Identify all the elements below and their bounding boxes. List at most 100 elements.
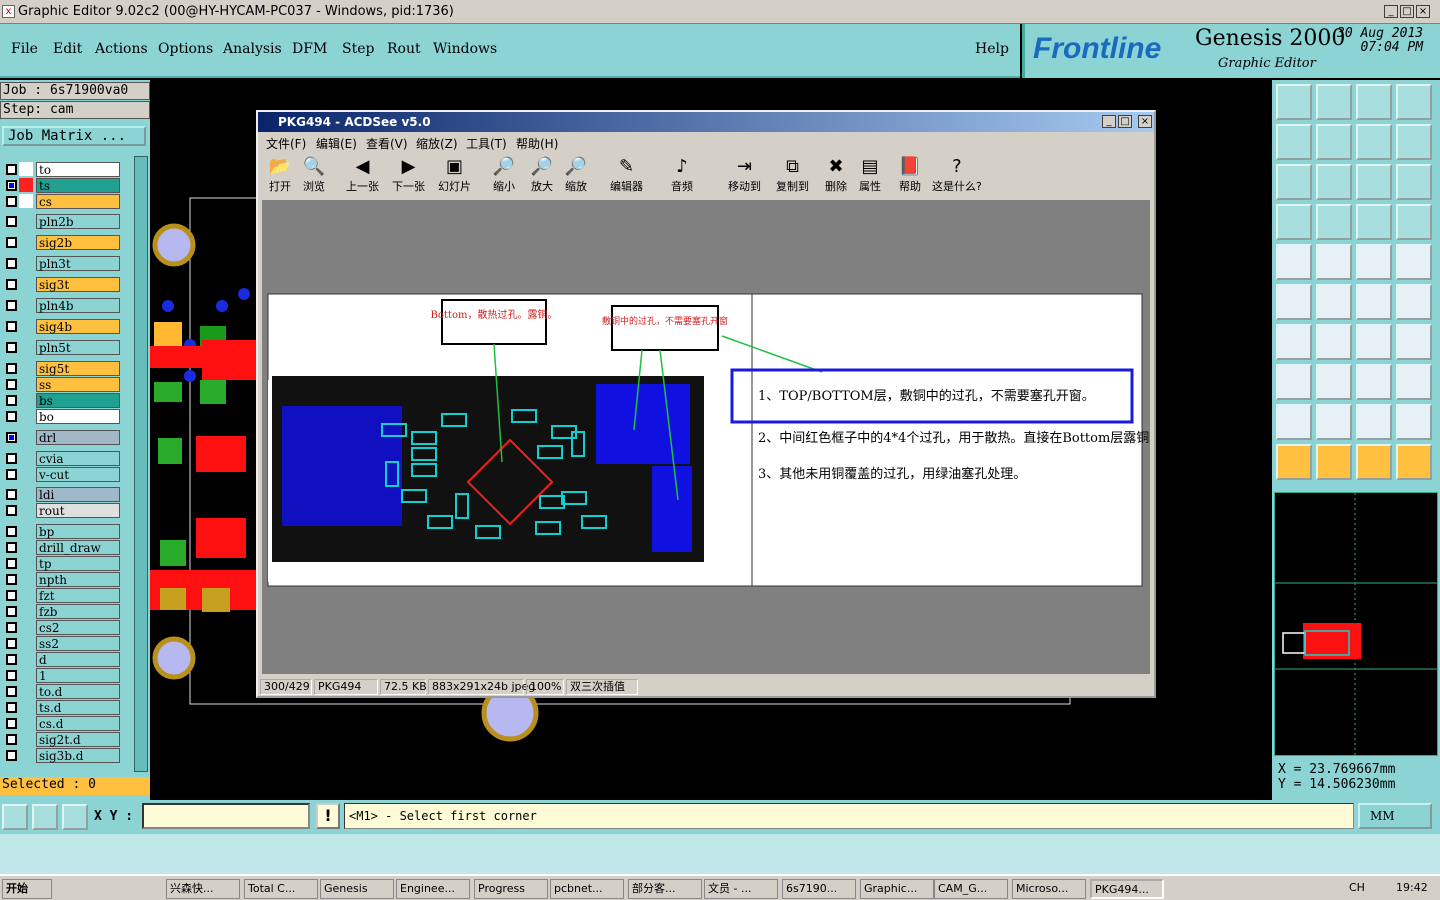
layer-checkbox[interactable]: [6, 379, 17, 390]
layer-checkbox[interactable]: [6, 180, 17, 191]
layer-row[interactable]: 1: [2, 668, 120, 683]
tool-button-icon[interactable]: [1316, 444, 1352, 480]
menu-actions[interactable]: Actions: [95, 41, 148, 57]
layer-checkbox[interactable]: [6, 258, 17, 269]
layer-checkbox[interactable]: [6, 574, 17, 585]
layer-checkbox[interactable]: [6, 279, 17, 290]
tray-lang[interactable]: CH: [1346, 879, 1366, 899]
layer-row[interactable]: to.d: [2, 684, 120, 699]
maximize-button[interactable]: □: [1400, 5, 1414, 18]
tool-button-icon[interactable]: [1276, 444, 1312, 480]
layer-row[interactable]: cs.d: [2, 716, 120, 731]
menu-options[interactable]: Options: [158, 41, 213, 57]
layer-row[interactable]: bp: [2, 524, 120, 539]
layer-checkbox[interactable]: [6, 734, 17, 745]
acd-tool-4[interactable]: ▣ 幻灯片: [438, 156, 471, 200]
acd-tool-12[interactable]: ✖ 删除: [824, 156, 848, 200]
layer-checkbox[interactable]: [6, 164, 17, 175]
layer-row[interactable]: fzt: [2, 588, 120, 603]
acd-tool-1[interactable]: 🔍 浏览: [302, 156, 326, 200]
minimap[interactable]: [1274, 492, 1438, 756]
acdsee-maximize[interactable]: □: [1118, 115, 1132, 128]
layer-checkbox[interactable]: [6, 342, 17, 353]
layer-checkbox[interactable]: [6, 638, 17, 649]
tool-button-icon[interactable]: [1276, 324, 1312, 360]
layer-row[interactable]: pln5t: [2, 340, 120, 355]
menu-file[interactable]: File: [11, 41, 38, 57]
menu-step[interactable]: Step: [342, 41, 374, 57]
taskbar-item[interactable]: PKG494...: [1090, 879, 1164, 899]
layer-checkbox[interactable]: [6, 654, 17, 665]
acd-menu-view[interactable]: 查看(V): [366, 135, 408, 152]
layer-checkbox[interactable]: [6, 196, 17, 207]
taskbar-item[interactable]: 兴森快...: [166, 879, 240, 899]
layer-checkbox[interactable]: [6, 670, 17, 681]
tool-button-icon[interactable]: [1356, 284, 1392, 320]
layer-checkbox[interactable]: [6, 321, 17, 332]
tool-button-icon[interactable]: [1276, 284, 1312, 320]
acdsee-close[interactable]: ×: [1138, 115, 1152, 128]
tool-button-icon[interactable]: [1276, 124, 1312, 160]
layer-checkbox[interactable]: [6, 558, 17, 569]
tool-button-icon[interactable]: [1396, 404, 1432, 440]
layer-checkbox[interactable]: [6, 489, 17, 500]
tool-button-icon[interactable]: [1316, 284, 1352, 320]
layer-row[interactable]: cvia: [2, 451, 120, 466]
xy-input[interactable]: [142, 803, 310, 829]
layer-checkbox[interactable]: [6, 526, 17, 537]
tool-button-icon[interactable]: [1276, 164, 1312, 200]
acd-menu-help[interactable]: 帮助(H): [516, 135, 558, 152]
layer-row[interactable]: bo: [2, 409, 120, 424]
layer-checkbox[interactable]: [6, 590, 17, 601]
menu-rout[interactable]: Rout: [387, 41, 421, 57]
acd-tool-7[interactable]: 🔎 缩放: [564, 156, 588, 200]
minimize-button[interactable]: _: [1384, 5, 1398, 18]
tool-button-icon[interactable]: [1396, 84, 1432, 120]
layer-checkbox[interactable]: [6, 411, 17, 422]
layer-checkbox[interactable]: [6, 542, 17, 553]
taskbar-item[interactable]: 6s7190...: [782, 879, 856, 899]
layer-row[interactable]: ss2: [2, 636, 120, 651]
tool-button-icon[interactable]: [1396, 364, 1432, 400]
layer-row[interactable]: cs2: [2, 620, 120, 635]
layer-row[interactable]: sig3t: [2, 277, 120, 292]
tool-button-icon[interactable]: [1356, 364, 1392, 400]
menu-analysis[interactable]: Analysis: [223, 41, 282, 57]
layer-checkbox[interactable]: [6, 432, 17, 443]
layer-row[interactable]: ts: [2, 178, 120, 193]
acd-menu-edit[interactable]: 编辑(E): [316, 135, 357, 152]
layer-row[interactable]: pln3t: [2, 256, 120, 271]
alert-icon[interactable]: !: [316, 803, 340, 829]
acd-tool-15[interactable]: ? 这是什么?: [932, 156, 982, 200]
acd-tool-2[interactable]: ◀ 上一张: [346, 156, 379, 200]
acd-tool-5[interactable]: 🔎 缩小: [492, 156, 516, 200]
layer-row[interactable]: drill_draw: [2, 540, 120, 555]
layer-row[interactable]: sig4b: [2, 319, 120, 334]
acd-tool-9[interactable]: ♪ 音频: [670, 156, 694, 200]
tool-button-icon[interactable]: [1356, 444, 1392, 480]
layer-row[interactable]: sig2t.d: [2, 732, 120, 747]
tool-button-icon[interactable]: [1356, 404, 1392, 440]
layer-row[interactable]: sig2b: [2, 235, 120, 250]
layer-row[interactable]: pln2b: [2, 214, 120, 229]
image-viewer[interactable]: Bottom，散热过孔。露铜。 敷铜中的过孔，不需要塞孔开窗 1、TOP/BOT…: [262, 200, 1188, 674]
acd-tool-10[interactable]: ⇥ 移动到: [728, 156, 761, 200]
acd-menu-tools[interactable]: 工具(T): [466, 135, 507, 152]
taskbar-item[interactable]: Microso...: [1012, 879, 1086, 899]
layer-row[interactable]: cs: [2, 194, 120, 209]
acd-tool-3[interactable]: ▶ 下一张: [392, 156, 425, 200]
layer-checkbox[interactable]: [6, 750, 17, 761]
acd-menu-zoom[interactable]: 缩放(Z): [416, 135, 458, 152]
acd-tool-8[interactable]: ✎ 编辑器: [610, 156, 643, 200]
layer-row[interactable]: pln4b: [2, 298, 120, 313]
acd-tool-6[interactable]: 🔎 放大: [530, 156, 554, 200]
tool-button-icon[interactable]: [1316, 404, 1352, 440]
tool-button-icon[interactable]: [1316, 84, 1352, 120]
tool-button-icon[interactable]: [1316, 324, 1352, 360]
layer-row[interactable]: rout: [2, 503, 120, 518]
menu-help[interactable]: Help: [975, 41, 1009, 57]
layer-checkbox[interactable]: [6, 702, 17, 713]
acdsee-minimize[interactable]: _: [1102, 115, 1116, 128]
tool-button-icon[interactable]: [1396, 124, 1432, 160]
layer-row[interactable]: tp: [2, 556, 120, 571]
